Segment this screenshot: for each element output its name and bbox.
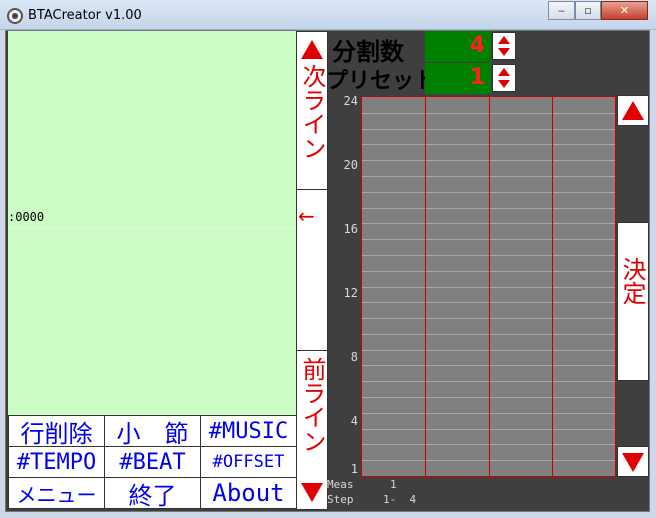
y-tick-label: 8 [350, 350, 358, 364]
close-button[interactable]: ✕ [601, 1, 648, 20]
cursor-line [8, 228, 297, 229]
window-title: BTACreator v1.00 [28, 8, 142, 23]
arrow-down-icon [622, 453, 644, 472]
meas-label: Meas [327, 478, 354, 491]
app-icon [7, 8, 23, 24]
divisions-label: 分割数 [332, 38, 404, 66]
scroll-down-button[interactable] [617, 446, 649, 477]
grid-column-line [425, 97, 426, 476]
prev-line-label: 前ライン [298, 357, 326, 453]
y-tick-label: 20 [343, 158, 358, 172]
y-tick-label: 24 [343, 94, 358, 108]
y-tick-label: 4 [350, 414, 358, 428]
offset-button[interactable]: #OFFSET [200, 446, 297, 478]
next-line-label: 次ライン [298, 64, 326, 160]
maximize-button[interactable]: ▫ [575, 1, 601, 20]
grid-column-line [489, 97, 490, 476]
preset-label: プリセット [326, 69, 437, 94]
decide-label: 決定 [618, 257, 646, 305]
measure-button[interactable]: 小 節 [104, 415, 201, 447]
close-icon: ✕ [619, 4, 630, 17]
maximize-icon: ▫ [584, 4, 592, 17]
line-pointer-panel: ← [296, 190, 328, 350]
divisions-value: 4 [425, 31, 491, 62]
step-label: Step [327, 493, 354, 506]
y-tick-label: 12 [343, 286, 358, 300]
spin-up-icon [498, 68, 510, 76]
delete-line-button[interactable]: 行削除 [8, 415, 105, 447]
arrow-up-icon [622, 101, 644, 120]
spin-up-icon [498, 36, 510, 44]
chart-edit-area[interactable] [8, 31, 297, 415]
grid-column-line [552, 97, 553, 476]
meas-value: 1 [390, 478, 397, 491]
music-button[interactable]: #MUSIC [200, 415, 297, 447]
preset-value: 1 [425, 63, 491, 94]
divisions-spinner[interactable] [492, 32, 516, 60]
position-readout: :0000 [8, 210, 45, 224]
y-tick-label: 1 [350, 462, 358, 476]
prev-line-button[interactable]: 前ライン [296, 350, 328, 510]
menu-button[interactable]: メニュー [8, 477, 105, 509]
y-tick-label: 16 [343, 222, 358, 236]
note-grid[interactable] [361, 96, 616, 477]
minimize-button[interactable]: ‒ [548, 1, 575, 20]
spin-down-icon [498, 48, 510, 56]
spin-down-icon [498, 80, 510, 88]
preset-spinner[interactable] [492, 64, 516, 92]
exit-button[interactable]: 終了 [104, 477, 201, 509]
decide-button[interactable]: 決定 [617, 222, 649, 381]
tempo-button[interactable]: #TEMPO [8, 446, 105, 478]
arrow-down-icon [301, 483, 323, 502]
pointer-arrow-icon: ← [298, 204, 315, 228]
beat-button[interactable]: #BEAT [104, 446, 201, 478]
about-button[interactable]: About [200, 477, 297, 509]
next-line-button[interactable]: 次ライン [296, 31, 328, 190]
minimize-icon: ‒ [558, 4, 565, 17]
arrow-up-icon [301, 40, 323, 59]
step-value: 1- 4 [383, 493, 417, 506]
scroll-up-button[interactable] [617, 95, 649, 126]
